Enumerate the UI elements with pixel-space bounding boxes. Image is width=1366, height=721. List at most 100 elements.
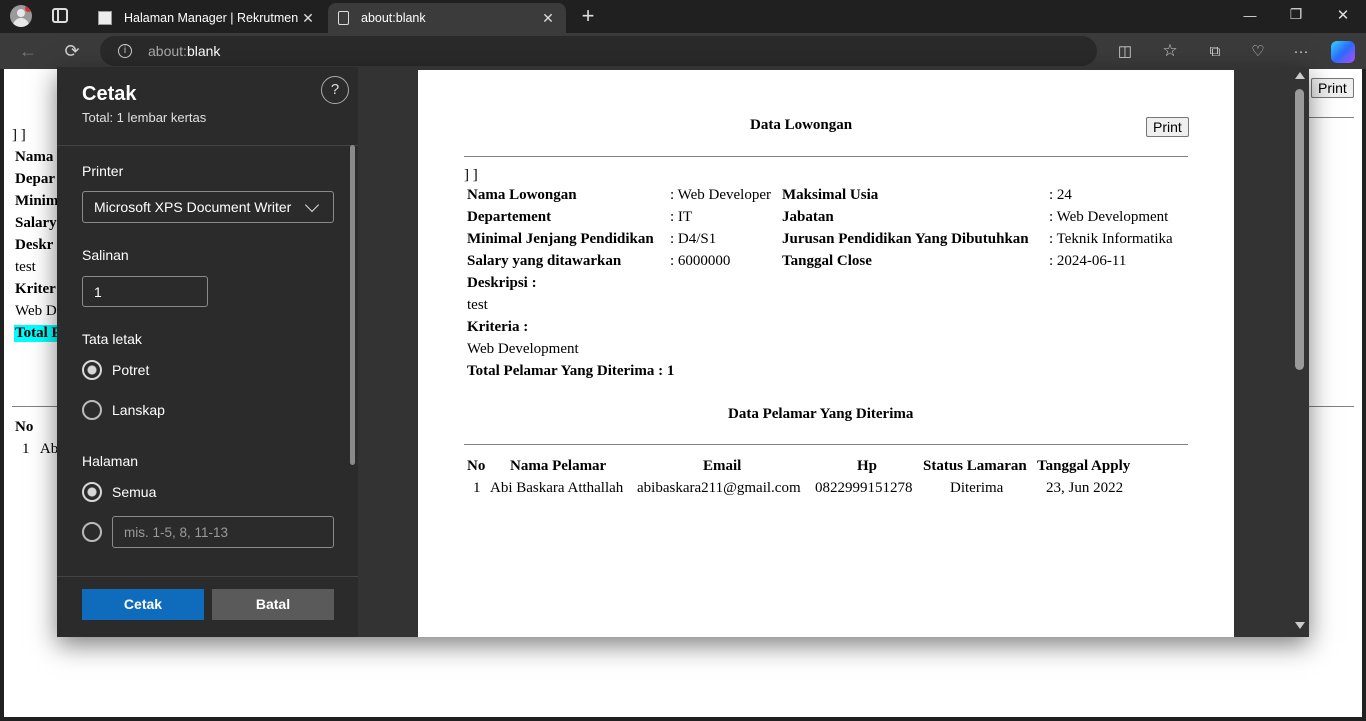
bg-total: Total P bbox=[14, 325, 62, 342]
layout-landscape-option[interactable]: Lanskap bbox=[82, 400, 165, 420]
site-info-icon[interactable]: i bbox=[118, 44, 132, 58]
table-header-status: Status Lamaran bbox=[923, 458, 1027, 474]
tanggal-close-value: : 2024-06-11 bbox=[1049, 253, 1127, 269]
refresh-icon[interactable]: ⟳ bbox=[57, 36, 87, 66]
document-print-button[interactable]: Print bbox=[1146, 117, 1189, 137]
table-header-hp: Hp bbox=[857, 458, 878, 474]
tab-label: Halaman Manager | Rekrutmen K bbox=[124, 11, 300, 25]
close-tab-icon[interactable]: ✕ bbox=[540, 10, 556, 27]
printer-select[interactable]: Microsoft XPS Document Writer bbox=[82, 191, 334, 223]
kriteria-value: Web Development bbox=[467, 341, 579, 357]
pages-custom-radio[interactable] bbox=[82, 522, 102, 542]
more-menu-icon[interactable]: ··· bbox=[1286, 36, 1316, 66]
pages-label: Halaman bbox=[82, 453, 139, 469]
panel-scrollbar[interactable] bbox=[350, 145, 355, 465]
bg-print-button[interactable]: Print bbox=[1311, 78, 1354, 98]
bg-divider bbox=[1304, 117, 1354, 118]
print-preview: Data Lowongan Print ] ] Nama Lowongan : … bbox=[358, 67, 1309, 637]
document-icon bbox=[338, 11, 349, 25]
pages-all-option[interactable]: Semua bbox=[82, 482, 156, 502]
minimize-button[interactable]: — bbox=[1240, 8, 1260, 23]
salary-value: : 6000000 bbox=[670, 253, 731, 269]
option-label: Lanskap bbox=[112, 402, 165, 418]
table-cell-status: Diterima bbox=[950, 480, 1004, 496]
departement-value: : IT bbox=[670, 209, 693, 225]
split-screen-icon[interactable]: ◫ bbox=[1110, 36, 1140, 66]
layout-portrait-option[interactable]: Potret bbox=[82, 360, 149, 380]
salary-label: Salary yang ditawarkan bbox=[467, 253, 622, 269]
pages-range-placeholder: mis. 1-5, 8, 11-13 bbox=[124, 524, 229, 540]
bg-header-no: No bbox=[15, 419, 34, 435]
jabatan-value: : Web Development bbox=[1049, 209, 1169, 225]
bg-label: Deskr bbox=[15, 237, 54, 253]
tab-manager[interactable]: Halaman Manager | Rekrutmen K ✕ bbox=[88, 3, 326, 33]
copies-input[interactable]: 1 bbox=[82, 276, 208, 307]
deskripsi-label: Deskripsi : bbox=[467, 275, 537, 291]
print-button[interactable]: Cetak bbox=[82, 589, 204, 620]
page-favicon-icon bbox=[98, 11, 112, 25]
chevron-down-icon bbox=[304, 197, 320, 212]
table-cell-tanggal: 23, Jun 2022 bbox=[1046, 480, 1124, 496]
bg-label: Nama bbox=[15, 149, 54, 165]
nama-lowongan-value: : Web Developer bbox=[670, 187, 771, 203]
new-tab-icon[interactable]: + bbox=[578, 4, 598, 28]
maksimal-usia-value: : 24 bbox=[1049, 187, 1072, 203]
preview-scrollbar-thumb[interactable] bbox=[1295, 89, 1304, 370]
scroll-down-arrow-icon[interactable] bbox=[1295, 622, 1305, 629]
collections-icon[interactable]: ⧉ bbox=[1200, 36, 1230, 66]
bg-label: Kriter bbox=[15, 281, 56, 297]
jenjang-value: : D4/S1 bbox=[670, 231, 717, 247]
bg-label: Salary bbox=[15, 215, 57, 231]
tab-label: about:blank bbox=[361, 11, 426, 25]
table-cell-no: 1 bbox=[473, 480, 481, 496]
radio-selected-icon bbox=[82, 360, 102, 380]
panel-footer-divider bbox=[57, 576, 358, 577]
copies-label: Salinan bbox=[82, 247, 129, 263]
maximize-button[interactable]: ❐ bbox=[1286, 6, 1306, 23]
print-dialog-title: Cetak bbox=[82, 83, 137, 105]
jabatan-label: Jabatan bbox=[782, 209, 834, 225]
tab-about-blank[interactable]: about:blank ✕ bbox=[328, 3, 566, 33]
copilot-icon[interactable] bbox=[1331, 41, 1355, 63]
departement-label: Departement bbox=[467, 209, 552, 225]
table-header-nama: Nama Pelamar bbox=[510, 458, 607, 474]
document-title: Data Lowongan bbox=[750, 117, 853, 133]
bg-text: Web D bbox=[15, 303, 57, 319]
table-header-tanggal: Tanggal Apply bbox=[1037, 458, 1131, 474]
kriteria-label: Kriteria : bbox=[467, 319, 529, 335]
back-arrow-icon[interactable]: ← bbox=[13, 36, 43, 66]
close-tab-icon[interactable]: ✕ bbox=[300, 10, 316, 27]
tanggal-close-label: Tanggal Close bbox=[782, 253, 872, 269]
pages-range-input[interactable]: mis. 1-5, 8, 11-13 bbox=[112, 516, 334, 548]
layout-label: Tata letak bbox=[82, 331, 142, 347]
print-settings-panel: Cetak Total: 1 lembar kertas ? Printer M… bbox=[57, 67, 358, 637]
url-host: blank bbox=[186, 43, 221, 59]
option-label: Semua bbox=[112, 484, 157, 500]
address-bar[interactable]: i about:blank bbox=[100, 36, 1097, 66]
table-cell-email: abibaskara211@gmail.com bbox=[637, 480, 801, 496]
printer-label: Printer bbox=[82, 163, 124, 179]
maksimal-usia-label: Maksimal Usia bbox=[782, 187, 879, 203]
bg-row: 1 Ab bbox=[22, 441, 59, 457]
jenjang-label: Minimal Jenjang Pendidikan bbox=[467, 231, 654, 247]
browser-essentials-icon[interactable]: ♡ bbox=[1243, 36, 1273, 66]
scroll-up-arrow-icon[interactable] bbox=[1295, 72, 1305, 79]
close-window-button[interactable]: ✕ bbox=[1333, 6, 1353, 24]
tab-actions-icon[interactable] bbox=[52, 8, 68, 23]
nama-lowongan-label: Nama Lowongan bbox=[467, 187, 577, 203]
table-header-email: Email bbox=[703, 458, 742, 474]
favorites-icon[interactable]: ☆ bbox=[1155, 36, 1185, 66]
printer-value: Microsoft XPS Document Writer bbox=[94, 199, 292, 215]
sheet-total: Total: 1 lembar kertas bbox=[82, 110, 207, 125]
bg-label: Depar bbox=[15, 171, 55, 187]
radio-selected-icon bbox=[82, 482, 102, 502]
url-prefix: about: bbox=[148, 43, 187, 59]
preview-page: Data Lowongan Print ] ] Nama Lowongan : … bbox=[418, 70, 1234, 637]
help-icon[interactable]: ? bbox=[321, 76, 349, 104]
bg-text: test bbox=[15, 259, 36, 275]
radio-unselected-icon bbox=[82, 400, 102, 420]
cancel-button[interactable]: Batal bbox=[212, 589, 334, 620]
jurusan-label: Jurusan Pendidikan Yang Dibutuhkan bbox=[782, 231, 1029, 247]
profile-avatar[interactable] bbox=[10, 5, 32, 27]
bg-brackets: ] ] bbox=[12, 127, 26, 143]
